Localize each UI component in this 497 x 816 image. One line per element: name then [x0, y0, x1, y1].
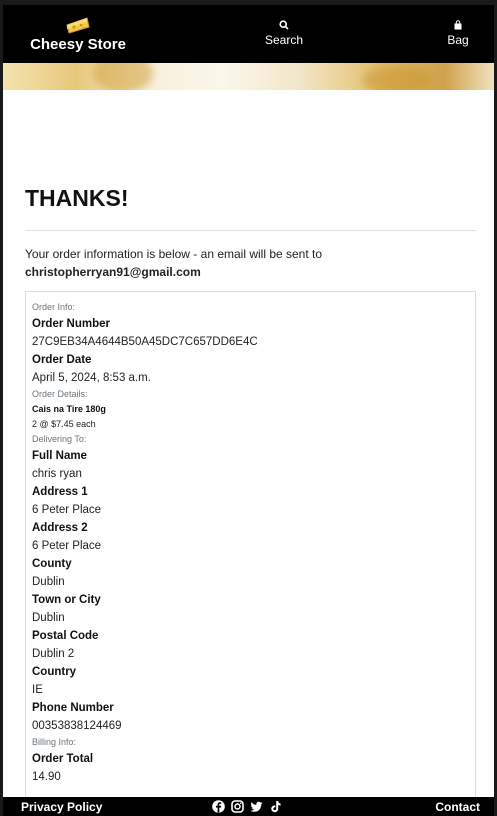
intro-sentence: Your order information is below - an ema… [25, 247, 323, 261]
phone-number-value: 00353838124469 [32, 720, 122, 732]
address1-label: Address 1 [32, 486, 88, 498]
twitter-icon[interactable] [250, 800, 263, 813]
country-value: IE [32, 684, 43, 696]
brand-name: Cheesy Store [30, 36, 126, 53]
order-date-value: April 5, 2024, 8:53 a.m. [32, 372, 151, 384]
postal-code-label: Postal Code [32, 630, 99, 642]
top-navbar: Cheesy Store Search Bag [3, 0, 494, 63]
nav-search-button[interactable]: Search [259, 20, 309, 47]
address1-value: 6 Peter Place [32, 504, 102, 516]
order-info-heading: Order Info: [32, 302, 76, 312]
nav-bag-button[interactable]: Bag [443, 20, 473, 47]
privacy-policy-link[interactable]: Privacy Policy [21, 800, 102, 814]
contact-link[interactable]: Contact [435, 800, 480, 814]
county-value: Dublin [32, 576, 65, 588]
phone-number-label: Phone Number [32, 702, 114, 714]
instagram-icon[interactable] [231, 800, 244, 813]
shopping-bag-icon [454, 20, 462, 30]
cheese-logo-icon [66, 17, 90, 34]
country-label: Country [32, 666, 77, 678]
footer-bar: Privacy Policy Contact [3, 797, 494, 816]
order-number-label: Order Number [32, 318, 110, 330]
tiktok-icon[interactable] [269, 800, 282, 813]
nav-search-label: Search [264, 33, 304, 47]
order-total-label: Order Total [32, 753, 94, 765]
line-item-quantity: 2 @ $7.45 each [32, 419, 96, 429]
delivering-to-heading: Delivering To: [32, 434, 87, 444]
order-summary-card: Order Info: Order Number 27C9EB34A4644B5… [25, 291, 476, 816]
town-label: Town or City [32, 594, 101, 606]
page-title: THANKS! [25, 185, 129, 211]
billing-info-heading: Billing Info: [32, 737, 77, 747]
order-total-value: 14.90 [32, 771, 61, 783]
customer-email: christopherryan91@gmail.com [25, 265, 201, 279]
title-divider [25, 230, 476, 231]
county-label: County [32, 558, 72, 570]
search-icon [279, 20, 289, 30]
postal-code-value: Dublin 2 [32, 648, 75, 660]
social-links [212, 800, 282, 813]
line-item-name: Cais na Tire 180g [32, 404, 106, 414]
cheese-banner-image [3, 63, 494, 90]
order-number-value: 27C9EB34A4644B50A45DC7C657DD6E4C [32, 336, 258, 348]
town-value: Dublin [32, 612, 65, 624]
full-name-label: Full Name [32, 450, 87, 462]
facebook-icon[interactable] [212, 800, 225, 813]
nav-bag-label: Bag [447, 33, 469, 47]
address2-label: Address 2 [32, 522, 88, 534]
order-date-label: Order Date [32, 354, 92, 366]
brand-home-link[interactable]: Cheesy Store [23, 15, 133, 53]
full-name-value: chris ryan [32, 468, 82, 480]
order-details-heading: Order Details: [32, 389, 88, 399]
address2-value: 6 Peter Place [32, 540, 102, 552]
order-intro-text: Your order information is below - an ema… [25, 245, 322, 281]
